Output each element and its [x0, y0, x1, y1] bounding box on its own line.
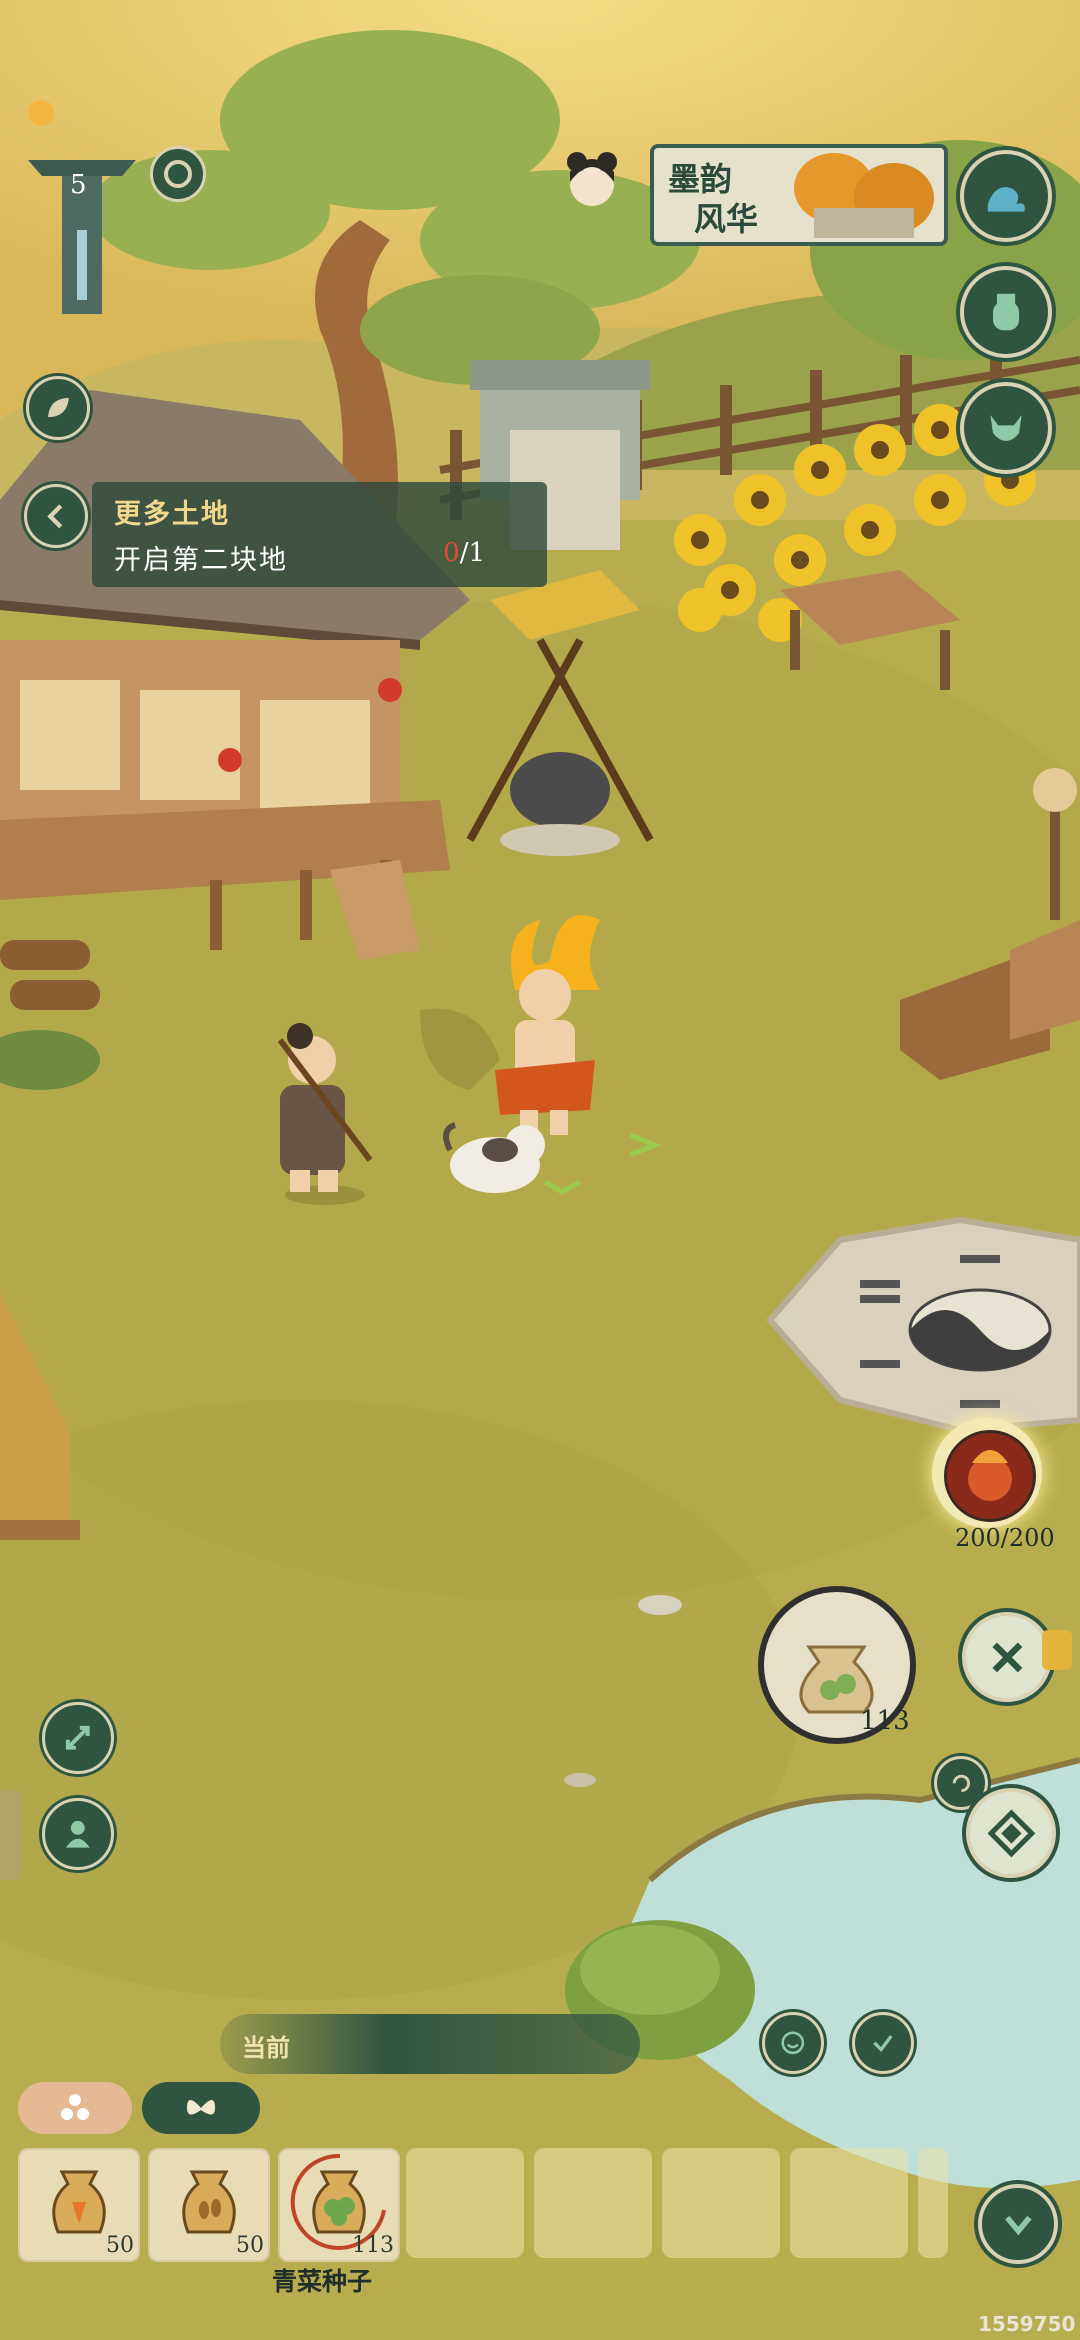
- bell-icon: [1042, 1630, 1072, 1670]
- grain-seed-bag-icon: [182, 2170, 236, 2234]
- scene-background: [0, 0, 1080, 2340]
- carrot-seed-bag-icon: [52, 2170, 106, 2234]
- swirl-icon: [164, 160, 192, 188]
- expand-view-button[interactable]: [42, 1702, 114, 1774]
- inventory-slot[interactable]: 50: [18, 2148, 140, 2262]
- banner-title-line2: 风华: [694, 200, 759, 238]
- quest-progress: 0/1: [443, 538, 485, 568]
- inventory-slot[interactable]: 50: [148, 2148, 270, 2262]
- pillar-icon: [28, 160, 136, 314]
- diamond-target-icon: [987, 1809, 1035, 1857]
- stamina-value: 200/200: [955, 1524, 1055, 1552]
- chevron-left-icon: [46, 504, 62, 528]
- person-icon: [66, 1821, 90, 1848]
- inventory-slot-selected[interactable]: 113: [278, 2148, 400, 2262]
- cancel-button[interactable]: [962, 1612, 1052, 1702]
- target-button[interactable]: [966, 1788, 1056, 1878]
- inventory-slot-empty[interactable]: [790, 2148, 908, 2258]
- seeds-dots-icon: [61, 2094, 89, 2120]
- character-button[interactable]: [42, 1798, 114, 1870]
- stamina-orb[interactable]: [932, 1418, 1042, 1528]
- leaf-button[interactable]: [26, 376, 90, 440]
- refresh-button[interactable]: [150, 146, 206, 202]
- quest-panel[interactable]: 更多土地 开启第二块地 0/1: [92, 482, 547, 587]
- inventory-slot-empty[interactable]: [534, 2148, 652, 2258]
- side-chest-edge: [0, 1790, 22, 1880]
- event-banner[interactable]: 墨韵 风华: [650, 144, 948, 246]
- seed-bag-count: 113: [860, 1706, 910, 1736]
- chevron-down-icon: [1004, 2215, 1032, 2236]
- slot-count: 50: [106, 2233, 134, 2258]
- tab-butterfly[interactable]: [142, 2082, 260, 2134]
- wave-icon: [987, 187, 1025, 212]
- leaf-icon: [47, 397, 69, 417]
- slot-count: 50: [236, 2233, 264, 2258]
- quest-progress-total: /1: [459, 538, 485, 568]
- fire-spirit-icon: [944, 1430, 1036, 1522]
- selected-item-name: 青菜种子: [272, 2267, 373, 2296]
- jar-button[interactable]: [960, 266, 1052, 358]
- tab-seeds[interactable]: [18, 2082, 132, 2134]
- quest-description: 开启第二块地: [114, 545, 288, 576]
- emote-button[interactable]: [762, 2012, 824, 2074]
- smile-icon: [781, 2031, 805, 2055]
- level-number: 5: [70, 170, 87, 200]
- inventory-slot-partial[interactable]: [918, 2148, 948, 2258]
- npc-portrait-icon: [567, 152, 617, 206]
- collapse-quest-button[interactable]: [24, 484, 88, 548]
- scroll-down-button[interactable]: [978, 2184, 1058, 2264]
- expand-arrows-icon: [66, 1726, 90, 1750]
- butterfly-icon: [187, 2100, 215, 2115]
- horned-demon-icon: [990, 414, 1022, 442]
- rotate-icon: [952, 1774, 970, 1792]
- quest-title: 更多土地: [114, 499, 230, 530]
- confirm-button[interactable]: [852, 2012, 914, 2074]
- level-pillar[interactable]: 5: [22, 140, 142, 320]
- green-vegetable-seed-bag-icon: [312, 2170, 366, 2234]
- sun-indicator-icon: [28, 100, 54, 126]
- banner-scenery-image: [794, 153, 934, 238]
- watermark-id: 1559750: [978, 2312, 1076, 2336]
- inventory-slot-empty[interactable]: [406, 2148, 524, 2258]
- wave-button[interactable]: [960, 150, 1052, 242]
- slot-count: 113: [352, 2233, 394, 2258]
- inventory-slot-empty[interactable]: [662, 2148, 780, 2258]
- quest-progress-current: 0: [443, 538, 460, 568]
- jar-icon: [992, 293, 1020, 331]
- check-icon: [873, 2035, 893, 2053]
- npc-avatar[interactable]: [562, 142, 622, 222]
- current-label: 当前: [242, 2033, 290, 2062]
- game-scene[interactable]: [0, 0, 1080, 2340]
- monster-button[interactable]: [960, 382, 1052, 474]
- close-icon: [992, 1642, 1022, 1672]
- current-bar: 当前: [220, 2014, 640, 2074]
